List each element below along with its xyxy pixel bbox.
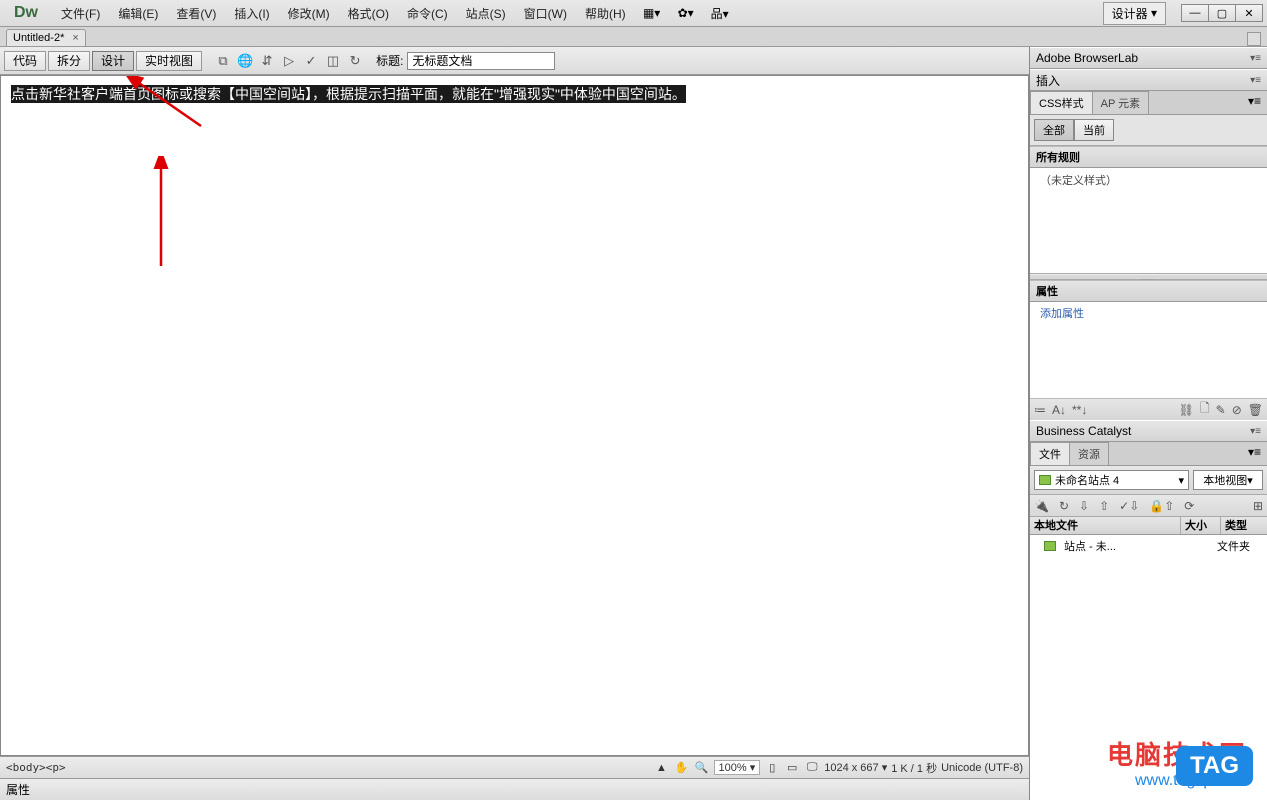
document-tab-bar: Untitled-2* × <box>0 27 1267 47</box>
refresh-icon[interactable]: ↻ <box>344 51 366 71</box>
expand-files-icon[interactable]: ⊞ <box>1253 499 1263 513</box>
delete-rule-icon[interactable]: 🗑 <box>1248 403 1263 417</box>
phone-preview-icon[interactable]: ▯ <box>764 760 780 776</box>
menu-view[interactable]: 查看(V) <box>167 5 225 22</box>
menu-file[interactable]: 文件(F) <box>52 5 109 22</box>
extension-icon[interactable]: ✿▾ <box>675 3 697 23</box>
zoom-tool-icon[interactable]: 🔍 <box>694 760 710 776</box>
status-bar: <body><p> ▲ ✋ 🔍 100% ▾ ▯ ▭ 🖵 1024 x 667 … <box>0 756 1029 778</box>
panel-dock: Adobe BrowserLab▾≡ 插入▾≡ CSS样式 AP 元素 ▾≡ 全… <box>1030 47 1267 800</box>
sort-icon[interactable]: A↓ <box>1052 403 1066 417</box>
put-icon[interactable]: ⇧ <box>1099 499 1109 513</box>
connect-icon[interactable]: 🔌 <box>1034 499 1049 513</box>
title-input[interactable] <box>407 52 555 70</box>
close-tab-icon[interactable]: × <box>72 32 78 44</box>
add-property-link[interactable]: 添加属性 <box>1030 302 1267 324</box>
disable-rule-icon[interactable]: ⊘ <box>1232 403 1242 417</box>
files-panel-menu-icon[interactable]: ▾≡ <box>1242 442 1267 465</box>
category-view-icon[interactable]: ≔ <box>1034 403 1046 417</box>
ap-elements-tab[interactable]: AP 元素 <box>1092 91 1150 114</box>
download-size: 1 K / 1 秒 <box>891 760 937 776</box>
get-icon[interactable]: ⇩ <box>1079 499 1089 513</box>
minimize-button[interactable]: — <box>1181 4 1209 22</box>
checkin-icon[interactable]: 🔒⇧ <box>1149 499 1174 513</box>
files-tab[interactable]: 文件 <box>1030 442 1070 465</box>
current-rules-button[interactable]: 当前 <box>1074 119 1114 141</box>
file-row[interactable]: 站点 - 未... 文件夹 <box>1030 537 1267 555</box>
document-tab-label: Untitled-2* <box>13 32 64 44</box>
rules-list[interactable]: （未定义样式） <box>1030 168 1267 274</box>
check-icon[interactable]: ✓ <box>300 51 322 71</box>
menu-commands[interactable]: 命令(C) <box>398 5 457 22</box>
encoding: Unicode (UTF-8) <box>941 762 1023 774</box>
live-view-button[interactable]: 实时视图 <box>136 51 202 71</box>
css-properties-list[interactable]: 添加属性 <box>1030 302 1267 398</box>
annotation-arrow-2 <box>141 156 201 276</box>
menu-format[interactable]: 格式(O) <box>339 5 398 22</box>
menu-insert[interactable]: 插入(I) <box>225 5 278 22</box>
document-paragraph[interactable]: 点击新华社客户端首页图标或搜索【中国空间站】，根据提示扫描平面，就能在"增强现实… <box>11 84 686 104</box>
menu-help[interactable]: 帮助(H) <box>576 5 635 22</box>
desktop-preview-icon[interactable]: 🖵 <box>804 760 820 776</box>
css-styles-tab[interactable]: CSS样式 <box>1030 91 1093 114</box>
maximize-button[interactable]: ▢ <box>1208 4 1236 22</box>
visual-aids-icon[interactable]: ◫ <box>322 51 344 71</box>
design-canvas[interactable]: 点击新华社客户端首页图标或搜索【中国空间站】，根据提示扫描平面，就能在"增强现实… <box>0 75 1029 756</box>
menu-edit[interactable]: 编辑(E) <box>109 5 167 22</box>
file-list-header: 本地文件 大小 类型 <box>1030 517 1267 535</box>
layout-grid-icon[interactable]: ▦▾ <box>641 3 663 23</box>
edit-rule-icon[interactable]: ✎ <box>1216 403 1226 417</box>
menu-window[interactable]: 窗口(W) <box>515 5 576 22</box>
site-mgr-icon[interactable]: 品▾ <box>709 3 731 23</box>
menu-bar: Dw 文件(F) 编辑(E) 查看(V) 插入(I) 修改(M) 格式(O) 命… <box>0 0 1267 27</box>
document-toolbar: 代码 拆分 设计 实时视图 ⧉ 🌐 ⇵ ▷ ✓ ◫ ↻ 标题: <box>0 47 1029 75</box>
tag-selector[interactable]: <body><p> <box>0 761 66 774</box>
document-tab[interactable]: Untitled-2* × <box>6 29 86 46</box>
assets-tab[interactable]: 资源 <box>1069 442 1109 465</box>
globe-icon[interactable]: 🌐 <box>234 51 256 71</box>
multiscreen-icon[interactable]: ⧉ <box>212 51 234 71</box>
col-size[interactable]: 大小 <box>1181 517 1221 534</box>
site-selector[interactable]: 未命名站点 4▾ <box>1034 470 1189 490</box>
workspace-switcher[interactable]: 设计器 ▾ <box>1103 2 1166 25</box>
app-logo: Dw <box>0 4 52 22</box>
css-tools-bar: ≔ A↓ **↓ ⛓ 🗋 ✎ ⊘ 🗑 <box>1030 398 1267 420</box>
folder-icon <box>1044 541 1056 551</box>
checkout-icon[interactable]: ✓⇩ <box>1119 499 1139 513</box>
file-mgmt-icon[interactable]: ⇵ <box>256 51 278 71</box>
code-view-button[interactable]: 代码 <box>4 51 46 71</box>
new-rule-icon[interactable]: 🗋 <box>1200 399 1210 420</box>
select-tool-icon[interactable]: ▲ <box>654 760 670 776</box>
col-type[interactable]: 类型 <box>1221 517 1267 534</box>
selected-text: 点击新华社客户端首页图标或搜索【中国空间站】，根据提示扫描平面，就能在"增强现实… <box>11 85 686 103</box>
title-label: 标题: <box>376 52 403 69</box>
split-view-button[interactable]: 拆分 <box>48 51 90 71</box>
panel-menu-icon[interactable]: ▾≡ <box>1242 91 1267 114</box>
design-view-button[interactable]: 设计 <box>92 51 134 71</box>
tablet-preview-icon[interactable]: ▭ <box>784 760 800 776</box>
close-button[interactable]: ✕ <box>1235 4 1263 22</box>
menu-site[interactable]: 站点(S) <box>457 5 515 22</box>
all-rules-button[interactable]: 全部 <box>1034 119 1074 141</box>
tag-badge: TAG <box>1176 746 1253 786</box>
col-file[interactable]: 本地文件 <box>1030 517 1181 534</box>
hand-tool-icon[interactable]: ✋ <box>674 760 690 776</box>
menu-modify[interactable]: 修改(M) <box>279 5 339 22</box>
show-set-icon[interactable]: **↓ <box>1072 403 1087 417</box>
preview-icon[interactable]: ▷ <box>278 51 300 71</box>
browserlab-panel-header[interactable]: Adobe BrowserLab▾≡ <box>1030 47 1267 69</box>
zoom-level[interactable]: 100% ▾ <box>714 760 761 775</box>
properties-panel-collapsed[interactable]: 属性 <box>0 778 1029 800</box>
insert-panel-header[interactable]: 插入▾≡ <box>1030 69 1267 91</box>
css-properties-header: 属性 <box>1030 280 1267 302</box>
attach-css-icon[interactable]: ⛓ <box>1179 403 1194 417</box>
all-rules-header: 所有规则 <box>1030 146 1267 168</box>
window-size[interactable]: 1024 x 667 ▾ <box>824 761 887 774</box>
sync-icon[interactable]: ⟳ <box>1184 499 1194 513</box>
folder-icon <box>1039 475 1051 485</box>
business-catalyst-header[interactable]: Business Catalyst▾≡ <box>1030 420 1267 442</box>
refresh-files-icon[interactable]: ↻ <box>1059 499 1069 513</box>
collapse-doc-icon[interactable] <box>1247 32 1261 46</box>
view-selector[interactable]: 本地视图▾ <box>1193 470 1263 490</box>
